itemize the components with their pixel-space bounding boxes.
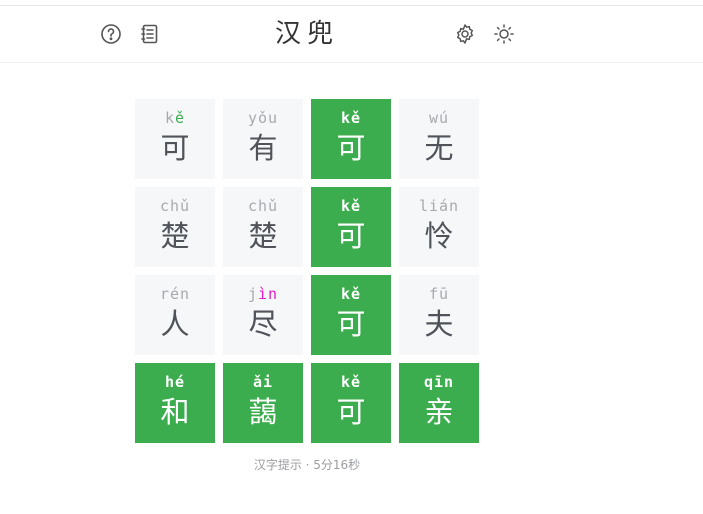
pinyin-initial: k	[340, 109, 351, 127]
letter-tile: chǔ 楚	[135, 187, 215, 267]
pinyin-final: ǔ	[180, 197, 191, 215]
tile-character: 可	[336, 219, 366, 253]
pinyin-initial: l	[418, 197, 429, 215]
tile-pinyin: lián	[399, 196, 479, 216]
pinyin-initial: j	[247, 285, 258, 303]
tile-character: 尽	[248, 307, 278, 341]
pinyin-initial: f	[428, 285, 439, 303]
tile-character: 和	[160, 395, 190, 429]
pinyin-initial: ch	[247, 197, 269, 215]
tile-pinyin: kě	[135, 108, 215, 128]
pinyin-initial: w	[428, 109, 439, 127]
pinyin-final: ě	[351, 109, 362, 127]
tile-pinyin: jìn	[223, 284, 303, 304]
pinyin-final: īn	[433, 373, 455, 391]
app-header: 汉兜	[0, 6, 703, 63]
pinyin-final: ú	[439, 109, 450, 127]
letter-tile: kě 可	[135, 99, 215, 179]
letter-tile: qīn 亲	[399, 363, 479, 443]
guess-row: rén 人 jìn 尽 kě 可 fū 夫	[135, 275, 479, 355]
tile-character: 可	[336, 131, 366, 165]
tile-pinyin: rén	[135, 284, 215, 304]
pinyin-initial: k	[340, 197, 351, 215]
tile-pinyin: chǔ	[135, 196, 215, 216]
pinyin-final: ìn	[257, 285, 279, 303]
pinyin-final: ě	[351, 285, 362, 303]
guess-row: hé 和 ǎi 藹 kě 可 qīn 亲	[135, 363, 479, 443]
theme-sun-icon[interactable]	[492, 22, 516, 46]
letter-tile: rén 人	[135, 275, 215, 355]
letter-tile: wú 无	[399, 99, 479, 179]
hint-status: 汉字提示 · 5分16秒	[253, 458, 361, 472]
letter-tile: fū 夫	[399, 275, 479, 355]
tile-character: 有	[248, 131, 278, 165]
pinyin-final: é	[175, 373, 186, 391]
pinyin-final: ǔ	[268, 197, 279, 215]
pinyin-initial: y	[247, 109, 258, 127]
tile-pinyin: kě	[311, 196, 391, 216]
pinyin-final: ě	[351, 197, 362, 215]
letter-tile: kě 可	[311, 187, 391, 267]
tile-character: 楚	[248, 219, 278, 253]
tile-character: 亲	[424, 395, 454, 429]
tile-character: 楚	[160, 219, 190, 253]
tile-pinyin: ǎi	[223, 372, 303, 392]
pinyin-final: ǎi	[252, 373, 274, 391]
guess-row: kě 可 yǒu 有 kě 可 wú 无	[135, 99, 479, 179]
guess-row: chǔ 楚 chǔ 楚 kě 可 lián 怜	[135, 187, 479, 267]
tile-pinyin: yǒu	[223, 108, 303, 128]
pinyin-final: ū	[439, 285, 450, 303]
tile-pinyin: kě	[311, 284, 391, 304]
letter-tile: kě 可	[311, 363, 391, 443]
pinyin-initial: q	[423, 373, 434, 391]
pinyin-initial: r	[159, 285, 170, 303]
settings-icon[interactable]	[453, 22, 477, 46]
pinyin-final: ián	[428, 197, 460, 215]
app-title: 汉兜	[274, 19, 339, 49]
tile-character: 藹	[248, 395, 278, 429]
tile-pinyin: kě	[311, 372, 391, 392]
tile-character: 人	[160, 307, 190, 341]
tile-pinyin: fū	[399, 284, 479, 304]
pinyin-initial: k	[340, 373, 351, 391]
letter-tile: ǎi 藹	[223, 363, 303, 443]
tile-pinyin: chǔ	[223, 196, 303, 216]
letter-tile: hé 和	[135, 363, 215, 443]
tile-character: 无	[424, 131, 454, 165]
pinyin-final: ǒu	[257, 109, 279, 127]
tile-character: 可	[160, 131, 190, 165]
tile-character: 夫	[424, 307, 454, 341]
pinyin-initial: h	[164, 373, 175, 391]
tile-pinyin: kě	[311, 108, 391, 128]
tile-pinyin: wú	[399, 108, 479, 128]
letter-tile: chǔ 楚	[223, 187, 303, 267]
letter-tile: yǒu 有	[223, 99, 303, 179]
pinyin-final: ě	[175, 109, 186, 127]
tile-character: 怜	[424, 219, 454, 253]
letter-tile: kě 可	[311, 275, 391, 355]
tile-character: 可	[336, 307, 366, 341]
pinyin-final: én	[169, 285, 191, 303]
tile-pinyin: hé	[135, 372, 215, 392]
pinyin-initial: k	[164, 109, 175, 127]
tile-character: 可	[336, 395, 366, 429]
letter-tile: lián 怜	[399, 187, 479, 267]
tile-pinyin: qīn	[399, 372, 479, 392]
pinyin-initial: k	[340, 285, 351, 303]
letter-tile: jìn 尽	[223, 275, 303, 355]
game-board: kě 可 yǒu 有 kě 可 wú 无 chǔ 楚 chǔ 楚 kě 可 lián 怜 rén 人 jìn 尽 kě 可…	[135, 99, 479, 451]
pinyin-initial: ch	[159, 197, 181, 215]
pinyin-final: ě	[351, 373, 362, 391]
letter-tile: kě 可	[311, 99, 391, 179]
